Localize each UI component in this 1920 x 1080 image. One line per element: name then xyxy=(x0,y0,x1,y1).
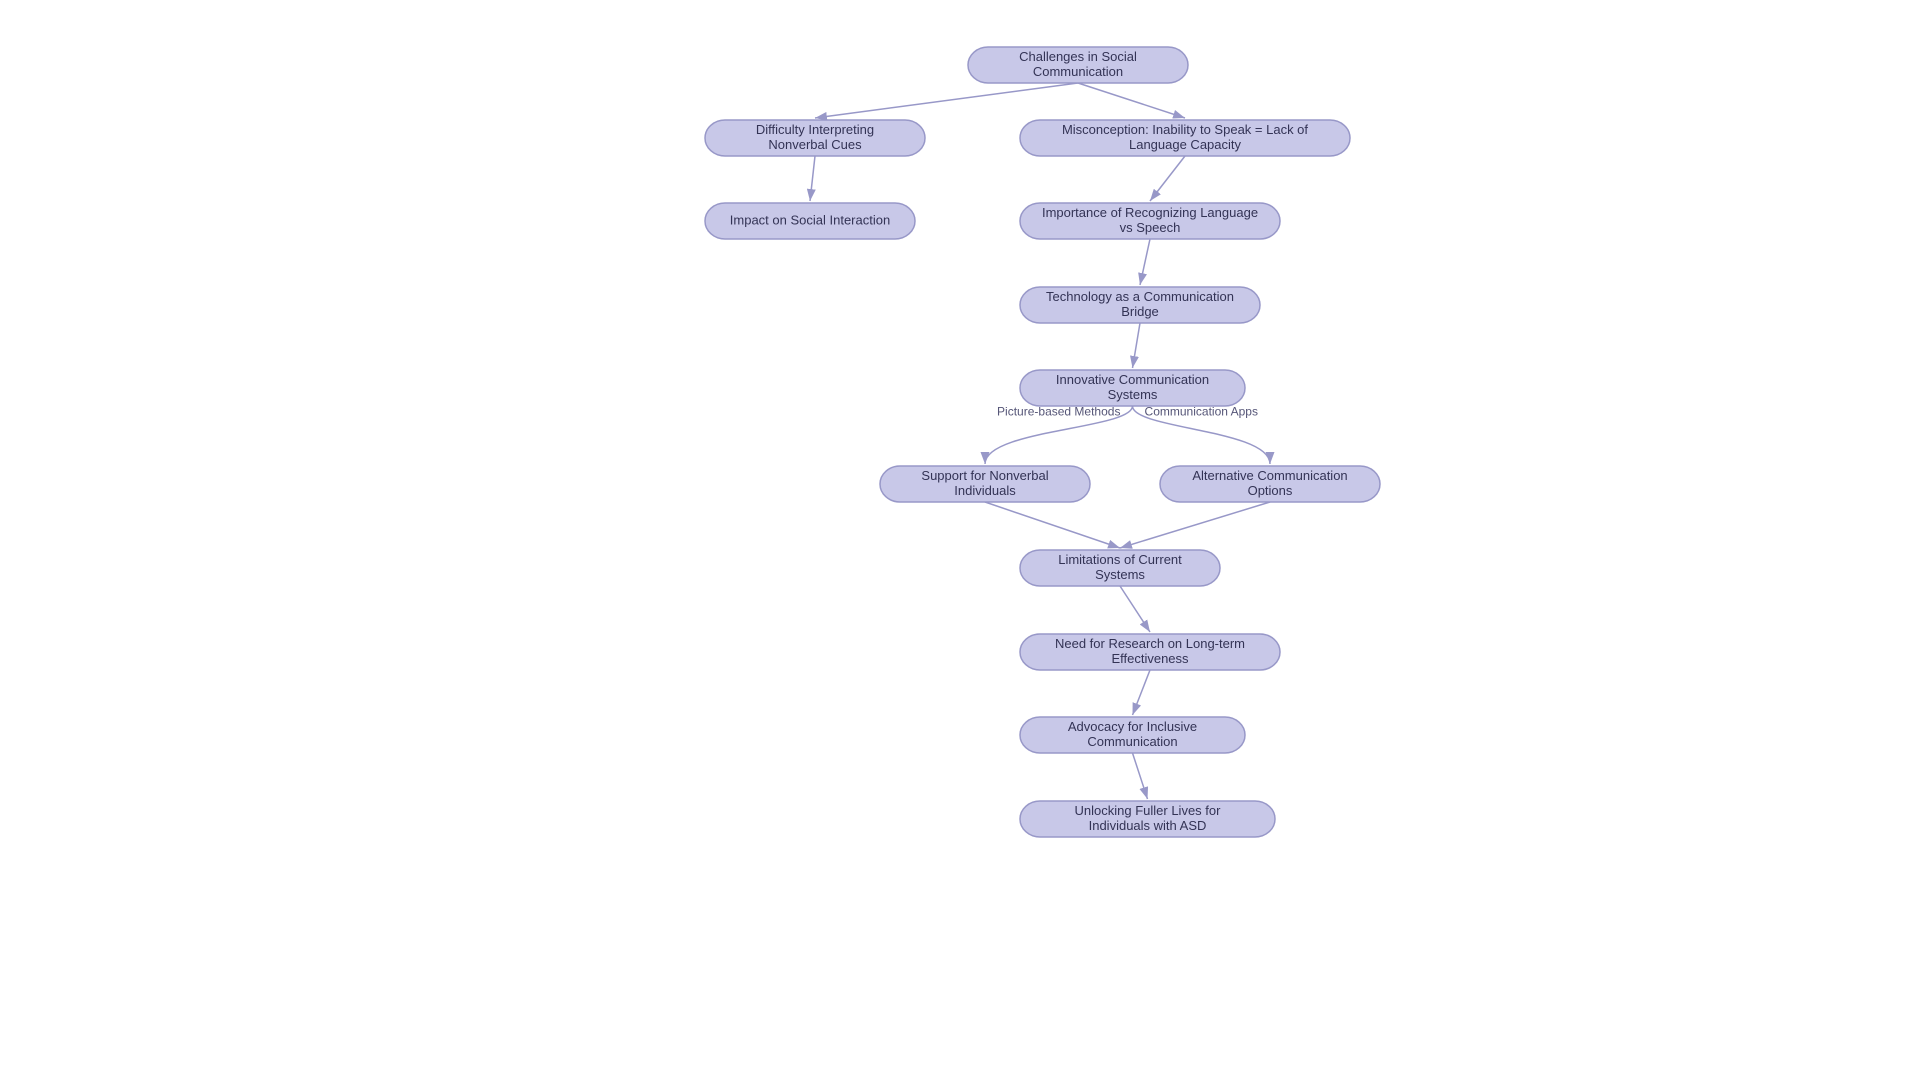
edge-line xyxy=(1078,83,1185,118)
node-text-n11: Advocacy for Inclusive xyxy=(1068,719,1197,734)
edge-line xyxy=(810,156,815,201)
node-text-n4: Importance of Recognizing Language xyxy=(1042,205,1258,220)
node-text-n2: Misconception: Inability to Speak = Lack… xyxy=(1062,122,1308,137)
node-text-n5: Technology as a Communication xyxy=(1046,289,1234,304)
node-text-n1: Nonverbal Cues xyxy=(768,137,862,152)
node-text-root: Challenges in Social xyxy=(1019,49,1137,64)
node-text-n7: Individuals xyxy=(954,483,1016,498)
node-text-n3: Impact on Social Interaction xyxy=(730,212,890,227)
node-text-root: Communication xyxy=(1033,64,1123,79)
edge-line xyxy=(985,502,1120,548)
node-text-n8: Alternative Communication xyxy=(1192,468,1347,483)
node-text-n12: Individuals with ASD xyxy=(1089,818,1207,833)
node-text-n8: Options xyxy=(1248,483,1293,498)
edge-line xyxy=(1120,502,1270,548)
node-text-n7: Support for Nonverbal xyxy=(921,468,1048,483)
node-text-n10: Effectiveness xyxy=(1111,651,1189,666)
node-text-n6: Systems xyxy=(1108,387,1158,402)
node-text-n9: Systems xyxy=(1095,567,1145,582)
edge-line xyxy=(815,83,1078,118)
node-text-n2: Language Capacity xyxy=(1129,137,1242,152)
node-text-n11: Communication xyxy=(1087,734,1177,749)
edge-line xyxy=(1133,323,1141,368)
node-text-n5: Bridge xyxy=(1121,304,1159,319)
node-text-n6: Innovative Communication xyxy=(1056,372,1209,387)
edge-line xyxy=(1140,239,1150,285)
node-text-n1: Difficulty Interpreting xyxy=(756,122,874,137)
node-text-n9: Limitations of Current xyxy=(1058,552,1182,567)
node-text-n12: Unlocking Fuller Lives for xyxy=(1075,803,1222,818)
diagram-svg: Picture-based MethodsCommunication AppsC… xyxy=(0,0,1920,1080)
node-text-n4: vs Speech xyxy=(1120,220,1181,235)
edge-line xyxy=(1120,586,1150,632)
edge-line xyxy=(1133,670,1151,715)
edge-line xyxy=(1133,753,1148,799)
node-text-n10: Need for Research on Long-term xyxy=(1055,636,1245,651)
edge-line xyxy=(1150,156,1185,201)
